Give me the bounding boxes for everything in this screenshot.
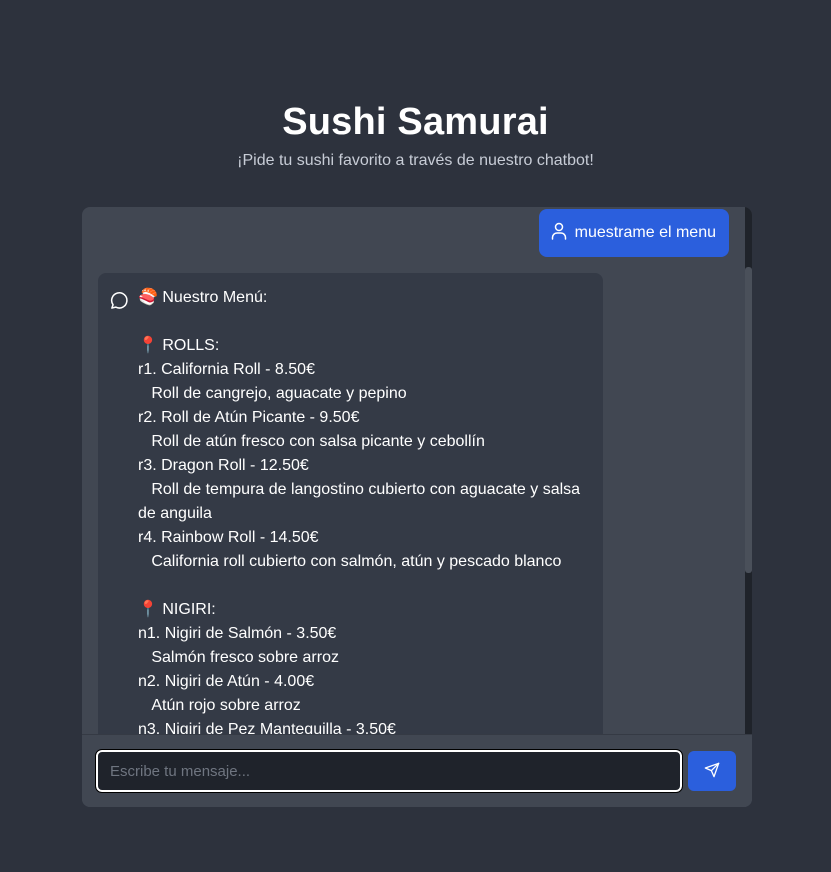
chat-window: muestrame el menu 🍣 Nuestro Menú: 📍 ROLL… xyxy=(82,207,752,807)
bot-message-text: 🍣 Nuestro Menú: 📍 ROLLS: r1. California … xyxy=(138,289,581,734)
page-title: Sushi Samurai xyxy=(282,101,549,143)
send-icon xyxy=(704,762,720,781)
user-message-text: muestrame el menu xyxy=(574,224,716,241)
scrollbar[interactable] xyxy=(745,207,752,734)
page-subtitle: ¡Pide tu sushi favorito a través de nues… xyxy=(237,152,594,169)
page-header: Sushi Samurai ¡Pide tu sushi favorito a … xyxy=(0,100,831,171)
user-icon xyxy=(551,222,575,245)
message-list[interactable]: muestrame el menu 🍣 Nuestro Menú: 📍 ROLL… xyxy=(82,207,752,734)
chat-bubble-icon xyxy=(110,290,129,314)
message-input[interactable] xyxy=(95,749,683,793)
send-button[interactable] xyxy=(688,751,736,791)
scrollbar-thumb[interactable] xyxy=(745,267,752,573)
input-bar xyxy=(82,734,752,807)
bot-message: 🍣 Nuestro Menú: 📍 ROLLS: r1. California … xyxy=(98,273,603,734)
user-message: muestrame el menu xyxy=(538,209,729,257)
